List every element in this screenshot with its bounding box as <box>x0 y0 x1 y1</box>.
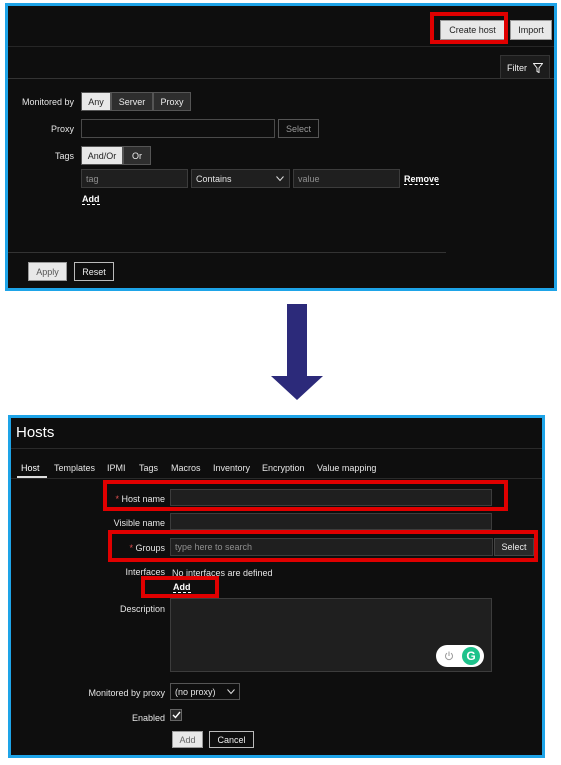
host-name-highlight <box>103 480 508 511</box>
visible-name-label: Visible name <box>113 518 165 528</box>
tab-macros[interactable]: Macros <box>171 463 201 473</box>
filter-footer-divider <box>8 252 446 253</box>
interfaces-add-highlight <box>141 576 219 598</box>
filter-tab[interactable]: Filter <box>500 55 550 79</box>
tab-ipmi[interactable]: IPMI <box>107 463 126 473</box>
filter-panel: Create host Import Filter Monitored by A… <box>5 3 557 291</box>
monitored-by-proxy-label: Monitored by proxy <box>88 688 165 698</box>
page-title: Hosts <box>16 424 55 441</box>
monitored-by-proxy[interactable]: Proxy <box>153 92 191 111</box>
operator-value: Contains <box>196 173 232 184</box>
host-form-panel: Hosts Host Templates IPMI Tags Macros In… <box>8 415 545 758</box>
monitored-by-server[interactable]: Server <box>111 92 153 111</box>
description-label: Description <box>119 604 165 614</box>
grammarly-icon: G <box>462 647 480 665</box>
proxy-input[interactable] <box>81 119 275 138</box>
tab-templates[interactable]: Templates <box>54 463 95 473</box>
chevron-down-icon <box>227 688 235 694</box>
chevron-down-icon <box>276 175 284 181</box>
tags-or[interactable]: Or <box>123 146 151 165</box>
tab-value-mapping[interactable]: Value mapping <box>317 463 376 473</box>
operator-select[interactable]: Contains <box>191 169 290 188</box>
apply-button[interactable]: Apply <box>28 262 67 281</box>
import-button[interactable]: Import <box>510 20 552 40</box>
tags-andor[interactable]: And/Or <box>81 146 123 165</box>
tab-tags[interactable]: Tags <box>139 463 158 473</box>
header-divider <box>8 46 554 47</box>
reset-button[interactable]: Reset <box>74 262 114 281</box>
cancel-button[interactable]: Cancel <box>209 731 254 748</box>
tabs-divider <box>11 478 542 479</box>
filter-tab-label: Filter <box>507 62 527 73</box>
proxy-select-button[interactable]: Select <box>278 119 319 138</box>
add-button[interactable]: Add <box>172 731 203 748</box>
add-tag-link[interactable]: Add <box>82 194 100 205</box>
proxy-dropdown-value: (no proxy) <box>175 686 216 697</box>
tab-host[interactable]: Host <box>21 463 40 473</box>
proxy-label: Proxy <box>50 124 74 134</box>
create-host-highlight <box>430 12 508 44</box>
tab-inventory[interactable]: Inventory <box>213 463 250 473</box>
monitored-by-label: Monitored by <box>21 97 74 107</box>
title-divider <box>11 448 542 449</box>
tag-value-input[interactable]: value <box>293 169 400 188</box>
enabled-label: Enabled <box>131 713 165 723</box>
tags-label: Tags <box>54 151 74 161</box>
down-arrow-icon <box>271 304 323 400</box>
groups-highlight <box>108 530 538 562</box>
filter-area <box>8 78 554 79</box>
tag-input[interactable]: tag <box>81 169 188 188</box>
enabled-checkbox[interactable] <box>170 709 182 721</box>
proxy-dropdown[interactable]: (no proxy) <box>170 683 240 700</box>
visible-name-input[interactable] <box>170 513 492 530</box>
checkmark-icon <box>172 711 181 719</box>
remove-tag-link[interactable]: Remove <box>404 174 440 185</box>
tab-encryption[interactable]: Encryption <box>262 463 305 473</box>
monitored-by-any[interactable]: Any <box>81 92 111 111</box>
power-icon <box>445 651 453 661</box>
funnel-icon <box>533 62 543 73</box>
